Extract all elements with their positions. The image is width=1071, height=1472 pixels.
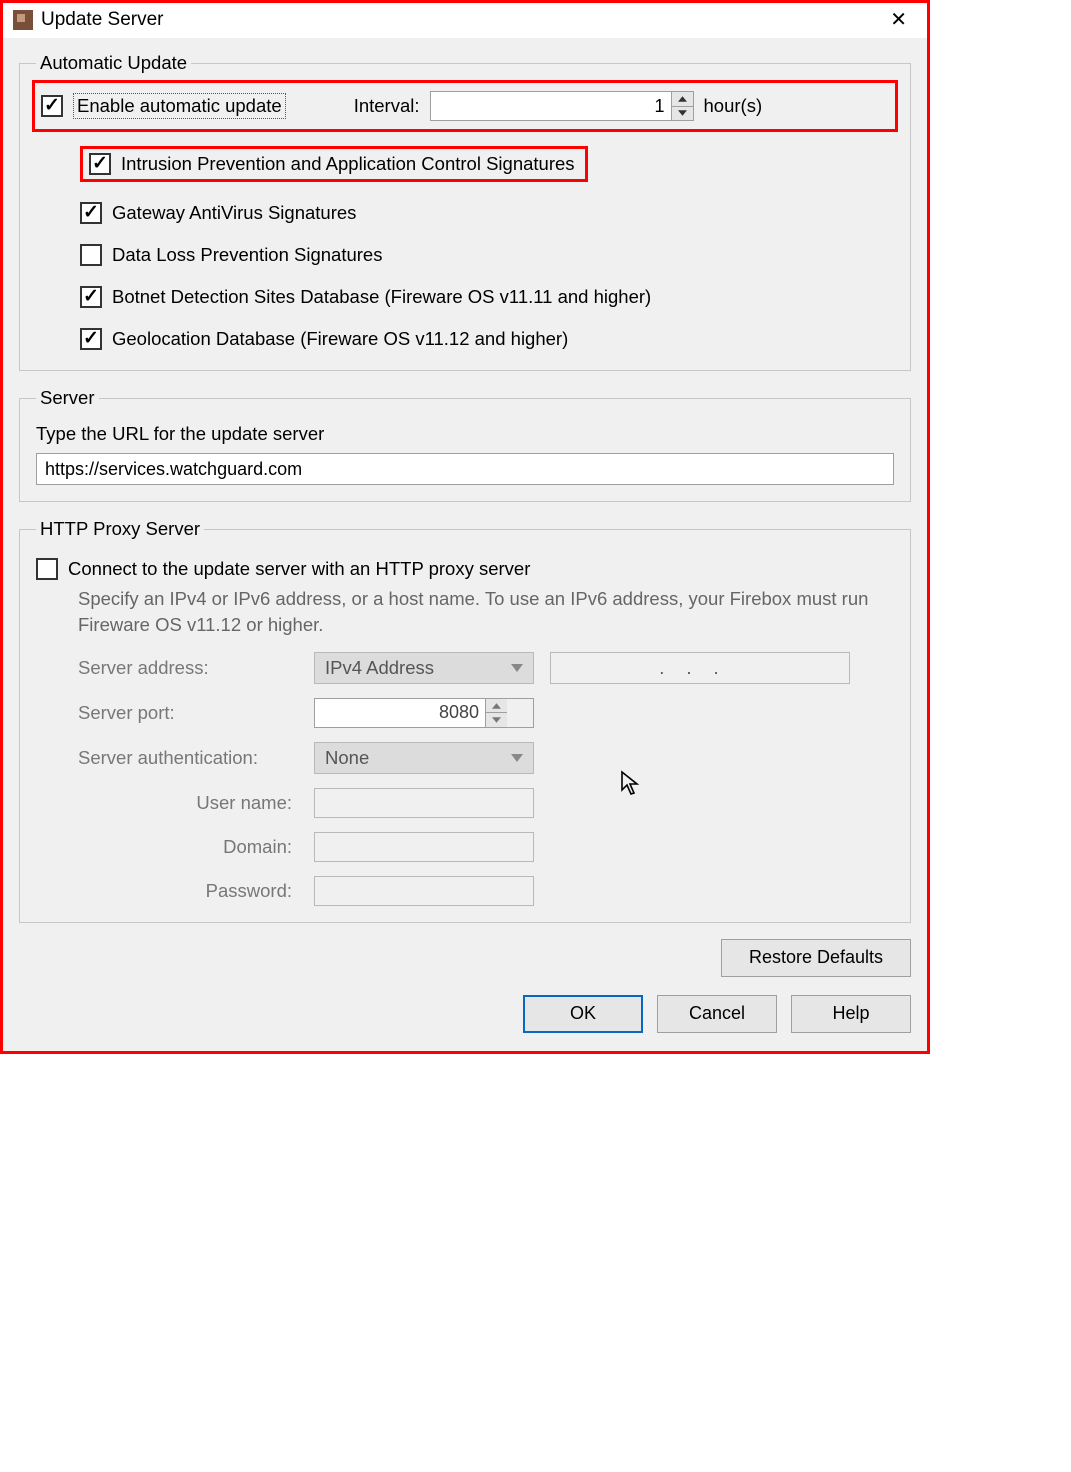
restore-defaults-button[interactable]: Restore Defaults xyxy=(721,939,911,977)
option-gav-label[interactable]: Gateway AntiVirus Signatures xyxy=(112,202,356,224)
option-ips-checkbox[interactable] xyxy=(89,153,111,175)
automatic-update-group: Automatic Update Enable automatic update… xyxy=(19,52,911,371)
option-botnet-checkbox[interactable] xyxy=(80,286,102,308)
server-group: Server Type the URL for the update serve… xyxy=(19,387,911,502)
proxy-ip-input[interactable]: ... xyxy=(550,652,850,684)
server-url-input[interactable] xyxy=(36,453,894,485)
server-legend: Server xyxy=(36,387,99,409)
option-botnet-label[interactable]: Botnet Detection Sites Database (Firewar… xyxy=(112,286,651,308)
proxy-user-input[interactable] xyxy=(314,788,534,818)
proxy-port-input[interactable] xyxy=(315,699,485,727)
proxy-port-down-icon[interactable] xyxy=(485,712,507,727)
option-dlp-checkbox[interactable] xyxy=(80,244,102,266)
cancel-button[interactable]: Cancel xyxy=(657,995,777,1033)
proxy-domain-input[interactable] xyxy=(314,832,534,862)
proxy-form: Server address: IPv4 Address ... Server … xyxy=(78,652,894,906)
option-ips-label[interactable]: Intrusion Prevention and Application Con… xyxy=(121,153,575,175)
option-ips-highlight: Intrusion Prevention and Application Con… xyxy=(80,146,588,182)
interval-up-icon[interactable] xyxy=(671,92,693,106)
ok-button[interactable]: OK xyxy=(523,995,643,1033)
proxy-help-text: Specify an IPv4 or IPv6 address, or a ho… xyxy=(78,586,894,638)
chevron-down-icon xyxy=(511,754,523,762)
dialog-button-bar: OK Cancel Help xyxy=(19,995,911,1033)
close-icon[interactable]: ✕ xyxy=(880,10,917,30)
proxy-addr-type-value: IPv4 Address xyxy=(325,657,434,679)
dialog-body: Automatic Update Enable automatic update… xyxy=(3,38,927,1051)
proxy-auth-label: Server authentication: xyxy=(78,747,298,769)
signature-options-list: Intrusion Prevention and Application Con… xyxy=(80,142,894,354)
interval-label: Interval: xyxy=(354,95,420,117)
proxy-auth-value: None xyxy=(325,747,369,769)
update-server-window: Update Server ✕ Automatic Update Enable … xyxy=(0,0,930,1054)
proxy-password-label: Password: xyxy=(78,880,298,902)
enable-auto-highlight: Enable automatic update Interval: hour(s… xyxy=(32,80,898,132)
interval-input[interactable] xyxy=(431,92,671,120)
proxy-password-input[interactable] xyxy=(314,876,534,906)
option-geo-label[interactable]: Geolocation Database (Fireware OS v11.12… xyxy=(112,328,568,350)
proxy-user-label: User name: xyxy=(78,792,298,814)
proxy-connect-label[interactable]: Connect to the update server with an HTT… xyxy=(68,558,530,580)
interval-down-icon[interactable] xyxy=(671,106,693,121)
window-title: Update Server xyxy=(41,9,872,31)
proxy-addr-label: Server address: xyxy=(78,657,298,679)
proxy-connect-checkbox[interactable] xyxy=(36,558,58,580)
proxy-port-spinner[interactable] xyxy=(314,698,534,728)
proxy-port-label: Server port: xyxy=(78,702,298,724)
option-gav-checkbox[interactable] xyxy=(80,202,102,224)
titlebar: Update Server ✕ xyxy=(3,3,927,38)
proxy-auth-combo[interactable]: None xyxy=(314,742,534,774)
enable-auto-label[interactable]: Enable automatic update xyxy=(73,93,286,119)
proxy-port-up-icon[interactable] xyxy=(485,699,507,713)
enable-auto-checkbox[interactable] xyxy=(41,95,63,117)
proxy-group: HTTP Proxy Server Connect to the update … xyxy=(19,518,911,923)
chevron-down-icon xyxy=(511,664,523,672)
proxy-addr-type-combo[interactable]: IPv4 Address xyxy=(314,652,534,684)
interval-spinner[interactable] xyxy=(430,91,694,121)
proxy-domain-label: Domain: xyxy=(78,836,298,858)
proxy-legend: HTTP Proxy Server xyxy=(36,518,204,540)
interval-unit: hour(s) xyxy=(704,95,763,117)
help-button[interactable]: Help xyxy=(791,995,911,1033)
automatic-update-legend: Automatic Update xyxy=(36,52,191,74)
option-dlp-label[interactable]: Data Loss Prevention Signatures xyxy=(112,244,382,266)
option-geo-checkbox[interactable] xyxy=(80,328,102,350)
server-prompt: Type the URL for the update server xyxy=(36,423,894,445)
app-icon xyxy=(13,10,33,30)
